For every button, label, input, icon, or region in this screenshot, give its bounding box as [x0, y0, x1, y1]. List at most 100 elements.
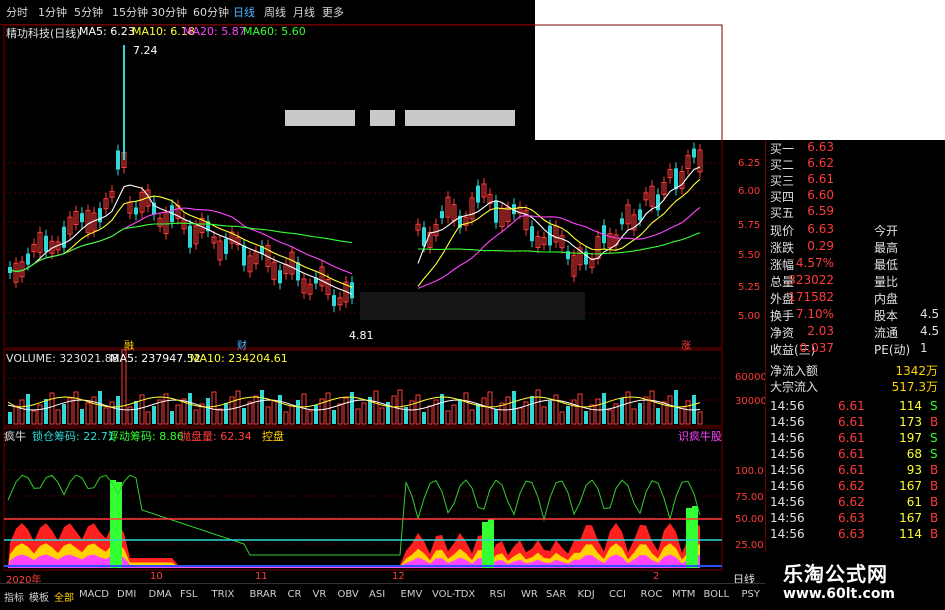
candle-down: [242, 245, 246, 266]
date-label: 10: [150, 571, 163, 582]
bottom-tab[interactable]: 指标: [4, 589, 24, 604]
bottom-tab[interactable]: ROC: [641, 589, 663, 600]
candle-down: [44, 235, 48, 252]
quote-value: 4.5: [920, 307, 940, 321]
indicator-tick: 25.00: [735, 540, 764, 551]
tick-row: 14:56 6.62 167 B: [770, 479, 940, 495]
volume-bar-down: [62, 404, 66, 424]
volume-title: VOLUME: 323021.88: [6, 352, 119, 365]
volume-tick: 30000: [735, 396, 767, 407]
bottom-tab[interactable]: RSI: [490, 589, 506, 600]
volume-bar-up: [19, 399, 25, 425]
volume-bar-down: [476, 404, 480, 424]
volume-bar-down: [548, 401, 552, 424]
order-price: 6.63: [807, 140, 834, 154]
event-marker[interactable]: 融: [124, 337, 134, 352]
bottom-tab[interactable]: TRIX: [212, 589, 235, 600]
volume-bar-up: [427, 405, 433, 425]
tick-price: 6.61: [838, 431, 865, 445]
quote-row: 涨幅 4.57% 最低: [770, 256, 945, 272]
tick-volume: 173: [899, 415, 922, 429]
indicator-value: 浮动筹码: 8.86: [108, 430, 184, 443]
volume-bar-up: [31, 410, 37, 425]
indicator-name: 疯牛: [4, 430, 26, 443]
high-price-label: 7.24: [133, 44, 158, 57]
volume-bar-up: [49, 392, 55, 425]
tick-row: 14:56 6.62 61 B: [770, 495, 940, 511]
tick-side: S: [930, 447, 938, 461]
candle-down: [80, 213, 84, 223]
volume-bar-up: [217, 408, 223, 425]
bottom-tab[interactable]: EMV: [401, 589, 423, 600]
volume-bar-up: [37, 404, 43, 425]
bottom-tab[interactable]: KDJ: [578, 589, 595, 600]
quote-row: 净资 2.03 流通 4.5: [770, 324, 945, 340]
bottom-tab[interactable]: OBV: [338, 589, 359, 600]
tick-row: 14:56 6.61 114 S: [770, 399, 940, 415]
quote-value: 6.63: [807, 222, 834, 236]
tick-volume: 114: [899, 399, 922, 413]
ma-line: [9, 166, 701, 295]
event-marker[interactable]: 涨: [681, 337, 691, 352]
event-marker[interactable]: 财: [237, 337, 247, 352]
date-label: 11: [255, 571, 268, 582]
volume-bar-down: [8, 412, 12, 424]
bottom-tab[interactable]: CCI: [609, 589, 626, 600]
tick-time: 14:56: [770, 463, 805, 477]
bottom-tab[interactable]: 模板: [29, 589, 49, 604]
bottom-tab[interactable]: DMA: [149, 589, 172, 600]
volume-bar-down: [332, 410, 336, 424]
volume-bar-up: [361, 402, 367, 425]
candle-down: [476, 185, 480, 203]
quote-row: 现价 6.63 今开: [770, 222, 945, 238]
volume-bar-up: [265, 406, 271, 425]
bottom-tab[interactable]: CR: [288, 589, 302, 600]
tick-side: S: [930, 399, 938, 413]
volume-bar-up: [163, 393, 169, 425]
volume-bar-down: [116, 396, 120, 424]
volume-bar-up: [247, 401, 253, 425]
tick-volume: 167: [899, 511, 922, 525]
volume-bar-up: [103, 407, 109, 425]
volume-bar-up: [373, 390, 379, 425]
candle-down: [692, 148, 696, 158]
bottom-tab[interactable]: MACD: [79, 589, 109, 600]
volume-bar-down: [188, 393, 192, 424]
bottom-tab[interactable]: BOLL: [704, 589, 730, 600]
volume-bar-up: [307, 410, 313, 425]
bottom-tab[interactable]: DMI: [117, 589, 136, 600]
volume-bar-up: [193, 409, 199, 425]
volume-bar-up: [631, 408, 637, 425]
bottom-tab[interactable]: ASI: [369, 589, 385, 600]
candle-down: [620, 218, 624, 225]
candle-down: [332, 295, 336, 307]
flow-row: 大宗流入 517.3万: [770, 378, 945, 394]
flow-row: 净流入额 1342万: [770, 362, 945, 378]
tick-side: B: [930, 463, 939, 477]
tick-price: 6.61: [838, 463, 865, 477]
bottom-tab[interactable]: WR: [521, 589, 538, 600]
bottom-tab[interactable]: SAR: [546, 589, 566, 600]
bottom-tab[interactable]: BRAR: [250, 589, 277, 600]
volume-bar-up: [355, 408, 361, 425]
quote-label: 股本: [874, 309, 899, 323]
bottom-tab[interactable]: FSL: [180, 589, 198, 600]
bottom-tab[interactable]: PSY: [742, 589, 761, 600]
candle-down: [494, 200, 498, 223]
volume-bar-up: [553, 394, 559, 425]
low-price-label: 4.81: [349, 329, 374, 342]
bottom-tab[interactable]: VR: [313, 589, 327, 600]
quote-value: 171582: [788, 290, 834, 304]
volume-bar-up: [535, 389, 541, 425]
bottom-tab[interactable]: MTM: [672, 589, 695, 600]
quote-row: 涨跌 0.29 最高: [770, 239, 945, 255]
volume-bar-up: [175, 404, 181, 425]
volume-bar-up: [289, 405, 295, 425]
bottom-tab[interactable]: 全部: [54, 589, 74, 604]
price-tick: 5.75: [738, 220, 761, 231]
tick-price: 6.61: [838, 447, 865, 461]
quote-value: 0.29: [807, 239, 834, 253]
tick-row: 14:56 6.61 93 B: [770, 463, 940, 479]
tick-side: B: [930, 415, 939, 429]
bottom-tab[interactable]: VOL-TDX: [432, 589, 475, 600]
